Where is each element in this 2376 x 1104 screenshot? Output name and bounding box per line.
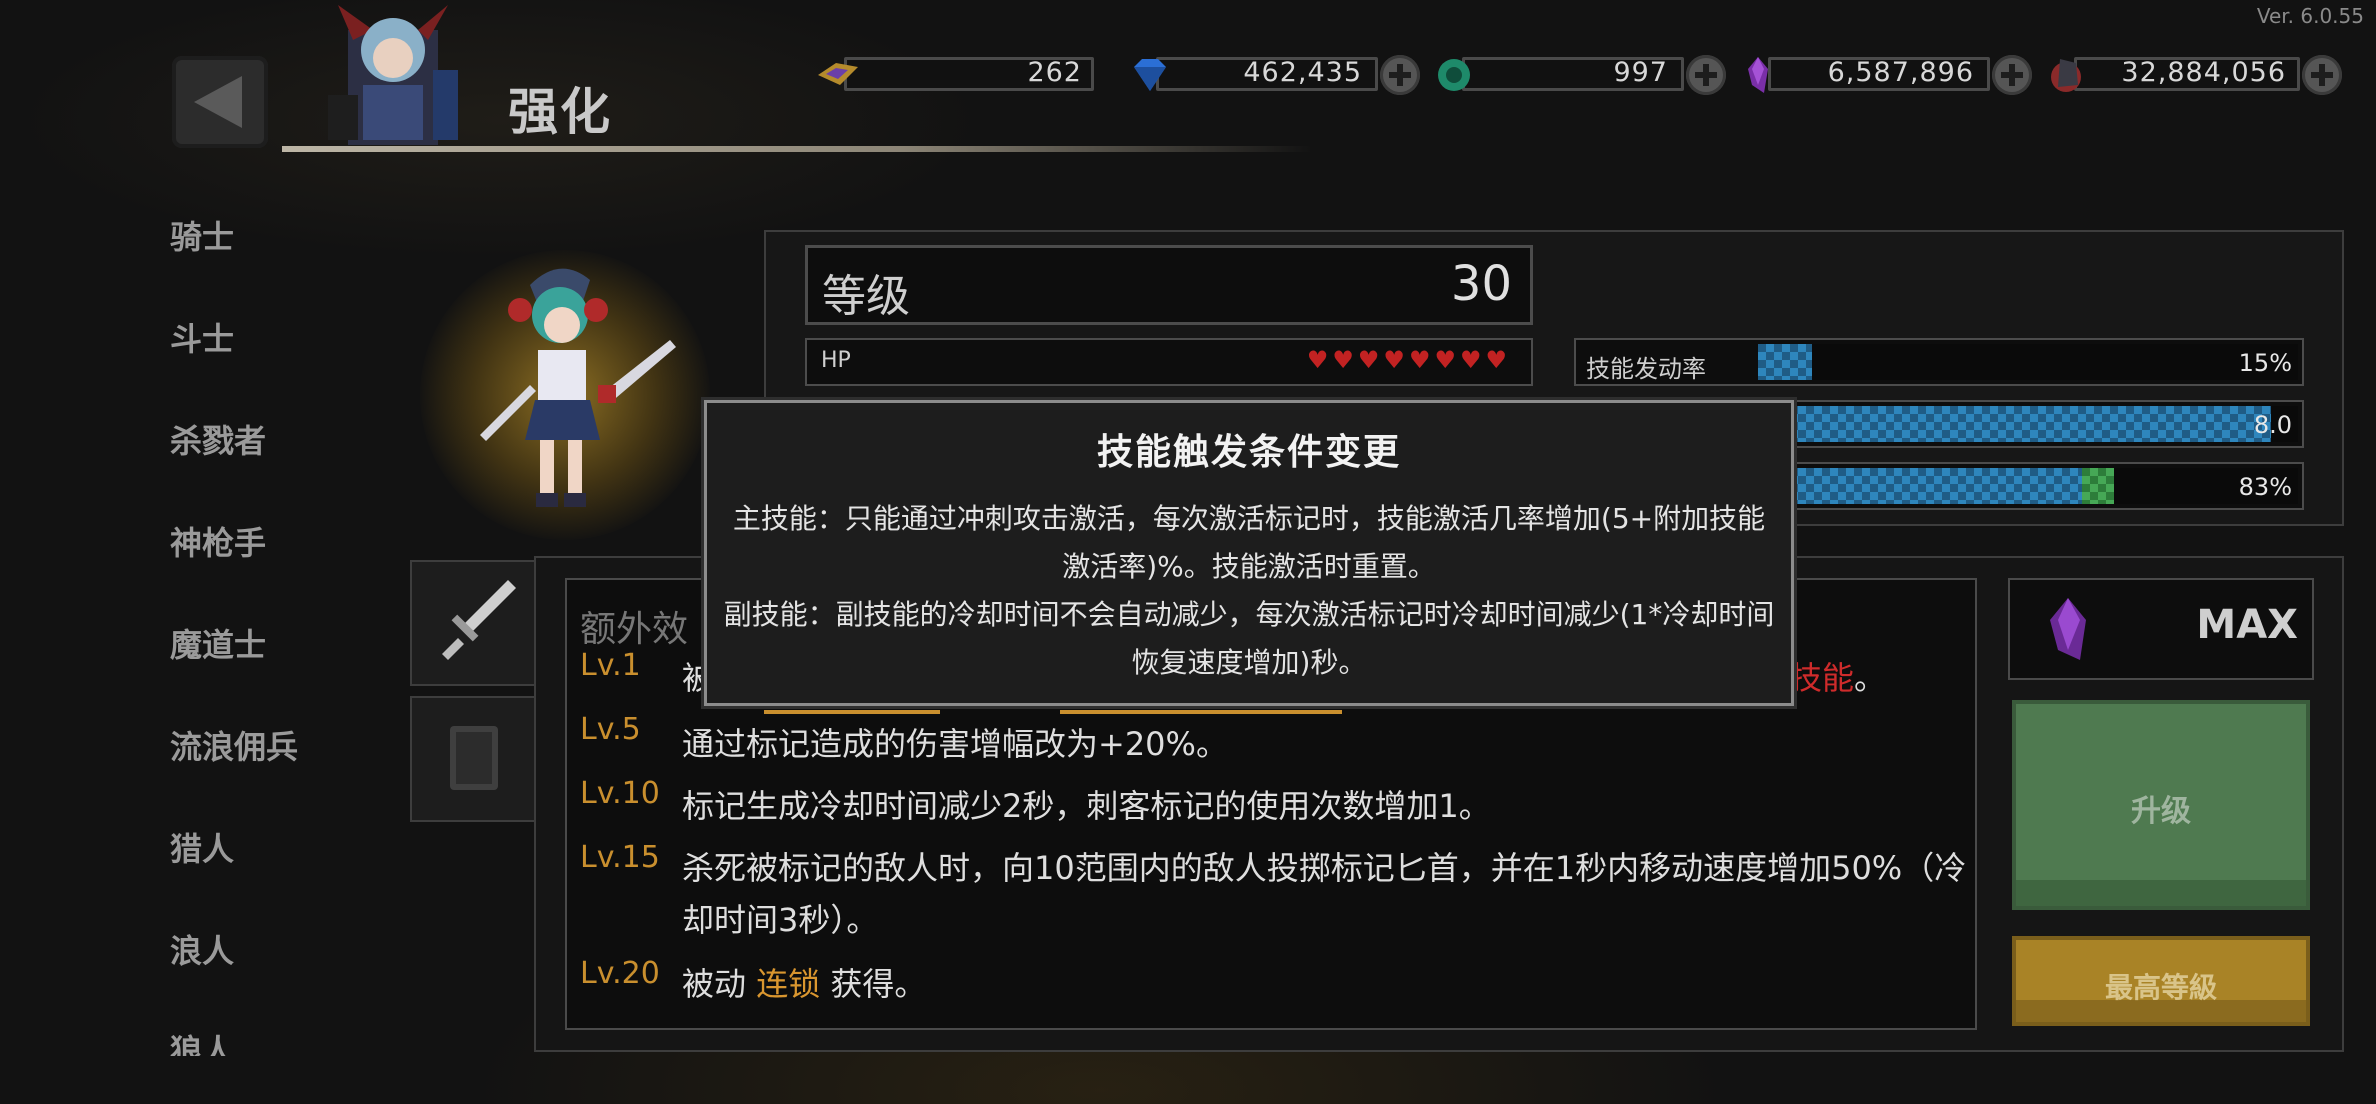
sidebar-item-slayer[interactable]: 杀戮者	[170, 416, 266, 462]
description-text: 标记生成冷却时间减少2秒，刺客标记的使用次数增加1。	[682, 787, 1491, 825]
currency-value: 6,587,896	[1827, 57, 1974, 88]
description-heading: 额外效	[580, 609, 689, 650]
sidebar-item-werewolf[interactable]: 狼人	[170, 1026, 234, 1056]
currency-ore: 32,884,056	[2046, 55, 2348, 95]
max-label: MAX	[2196, 602, 2298, 648]
stat-bar-bonus-fill	[2082, 468, 2115, 504]
stat-bar	[1758, 468, 2298, 504]
currency-value: 462,435	[1243, 57, 1362, 88]
stat-bar-fill	[1758, 344, 1812, 380]
currency-diamond: 462,435	[1128, 55, 1424, 95]
sidebar-item-gunner[interactable]: 神枪手	[170, 518, 266, 564]
ticket-icon	[818, 63, 858, 85]
add-orb-button[interactable]	[1686, 55, 1726, 95]
underline-mark	[764, 710, 940, 714]
back-arrow-icon	[194, 76, 242, 128]
stat-value: 83%	[2238, 473, 2292, 501]
level-value: 30	[1450, 256, 1512, 312]
green-orb-icon	[1438, 59, 1470, 91]
skill-link[interactable]: 连锁	[756, 965, 820, 1003]
book-icon	[450, 726, 498, 790]
description-text: 杀死被标记的敌人时，向10范围内的敌人投掷标记匕首，并在1秒内移动速度增加50%…	[682, 849, 1967, 939]
back-button[interactable]	[172, 56, 268, 148]
sidebar-item-knight[interactable]: 骑士	[170, 212, 234, 258]
page-title: 强化	[508, 83, 612, 141]
highlight-text: 技能	[1790, 659, 1855, 697]
stat-bar-fill	[1758, 406, 2271, 442]
hp-box: HP ♥♥♥♥♥♥♥♥	[805, 338, 1533, 386]
tooltip-title: 技能触发条件变更	[1096, 432, 1401, 473]
max-level-button[interactable]: 最高等級	[2012, 936, 2310, 1026]
title-underline	[282, 146, 1312, 152]
stat-value: 8.0	[2253, 411, 2292, 439]
sidebar-item-mage[interactable]: 魔道士	[170, 620, 266, 666]
sword-icon	[442, 580, 516, 660]
level-tag: Lv.10	[580, 776, 660, 811]
underline-mark	[1060, 710, 1342, 714]
sidebar-item-mercenary[interactable]: 流浪佣兵	[170, 722, 298, 768]
add-ore-button[interactable]	[2302, 55, 2342, 95]
stat-label: 技能发动率	[1586, 355, 1706, 383]
tooltip-line-main: 主技能：只能通过冲刺攻击激活，每次激活标记时，技能激活几率增加(5+附加技能激活…	[732, 502, 1766, 583]
currency-ticket: 262	[816, 55, 1098, 95]
purple-crystal-icon	[2050, 598, 2086, 660]
max-level-indicator: MAX	[2008, 578, 2314, 680]
hp-hearts-icon: ♥♥♥♥♥♥♥♥	[1306, 346, 1511, 374]
character-avatar	[328, 5, 458, 145]
tooltip-body: 主技能：只能通过冲刺攻击激活，每次激活标记时，技能激活几率增加(5+附加技能激活…	[719, 495, 1779, 687]
currency-orb: 997	[1434, 55, 1730, 95]
sidebar-item-fighter[interactable]: 斗士	[170, 314, 234, 360]
stat-bar-fill	[1758, 468, 2082, 504]
currency-value: 32,884,056	[2121, 57, 2286, 88]
stat-bar	[1758, 344, 2298, 380]
character-sprite	[480, 268, 676, 507]
upgrade-label: 升级	[2131, 794, 2191, 829]
tab-weapon[interactable]	[410, 560, 536, 686]
skill-tooltip: 技能触发条件变更 主技能：只能通过冲刺攻击激活，每次激活标记时，技能激活几率增加…	[704, 400, 1794, 706]
purple-crystal-icon	[1748, 57, 1768, 93]
currency-value: 262	[1027, 57, 1082, 88]
add-crystal-button[interactable]	[1992, 55, 2032, 95]
level-label: 等级	[822, 271, 910, 322]
tab-book[interactable]	[410, 696, 536, 822]
tooltip-line-sub: 副技能：副技能的冷却时间不会自动减少，每次激活标记时冷却时间减少(1*冷却时间恢…	[723, 598, 1775, 679]
level-tag: Lv.1	[580, 648, 641, 683]
version-label: Ver. 6.0.55	[2256, 4, 2364, 28]
description-text: 被动 连锁 获得。	[682, 965, 927, 1003]
sidebar-item-hunter[interactable]: 猎人	[170, 824, 234, 870]
description-text: 通过标记造成的伤害增幅改为+20%。	[682, 725, 1228, 763]
add-diamond-button[interactable]	[1380, 55, 1420, 95]
level-tag: Lv.5	[580, 712, 641, 747]
level-tag: Lv.15	[580, 840, 660, 875]
dark-ore-icon	[2051, 59, 2081, 92]
hp-label: HP	[821, 348, 851, 373]
description-text-tail: 技能。	[1790, 659, 1887, 697]
level-box: 等级 30	[805, 245, 1533, 325]
max-level-label: 最高等級	[2104, 971, 2217, 1004]
stat-row-skill-rate: 技能发动率 15%	[1574, 338, 2304, 386]
currency-value: 997	[1613, 57, 1668, 88]
upgrade-button[interactable]: 升级	[2012, 700, 2310, 910]
stat-value: 15%	[2238, 349, 2292, 377]
sidebar-item-ronin[interactable]: 浪人	[170, 926, 234, 972]
currency-crystal: 6,587,896	[1740, 55, 2036, 95]
level-tag: Lv.20	[580, 956, 660, 991]
stat-bar	[1758, 406, 2298, 442]
diamond-icon	[1134, 59, 1166, 91]
